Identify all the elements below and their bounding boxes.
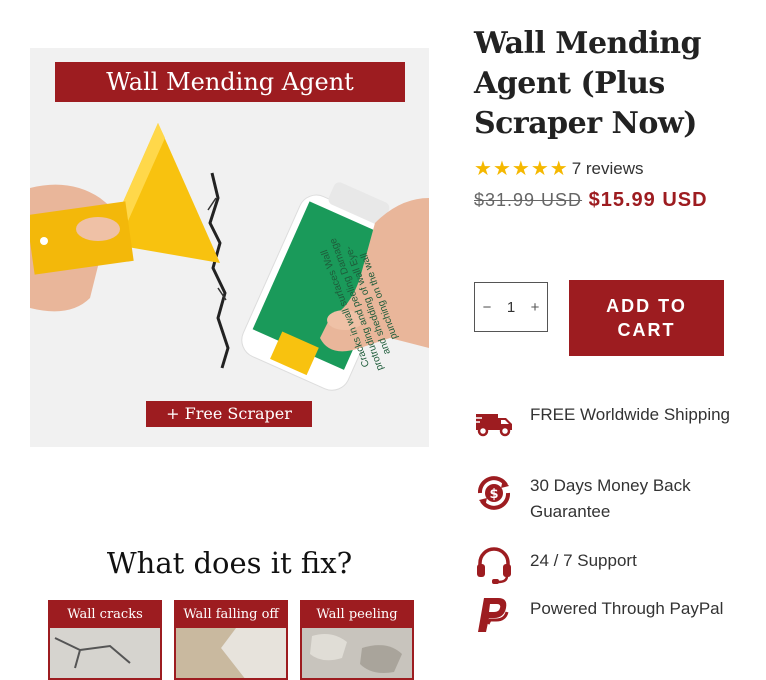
compare-at-price: $31.99 USD [474, 190, 583, 210]
fix-tile-wall-peeling: Wall peeling [300, 600, 414, 680]
svg-text:$: $ [489, 487, 498, 502]
fix-heading: What does it fix? [106, 546, 353, 580]
money-back-icon: $ [478, 476, 510, 510]
price-block: $31.99 USD $15.99 USD [474, 184, 734, 216]
rating-stars: ★ ★ ★ ★ ★ [474, 158, 568, 180]
star-icon: ★ [530, 158, 549, 180]
paypal-icon [478, 598, 509, 632]
fix-tile-wall-falling-off: Wall falling off [174, 600, 288, 680]
fix-tiles: Wall cracks Wall falling off Wall peelin… [48, 600, 414, 680]
delivery-truck-icon [474, 414, 512, 437]
feature-text: Powered Through PayPal [530, 599, 724, 618]
star-icon: ★ [492, 158, 511, 180]
feature-free-shipping: FREE Worldwide Shipping [474, 402, 734, 458]
product-photo [30, 123, 429, 391]
product-title: Wall Mending Agent (Plus Scraper Now) [474, 26, 702, 141]
quantity-increase-button[interactable]: + [523, 299, 547, 316]
star-icon: ★ [474, 158, 492, 180]
feature-paypal: Powered Through PayPal [474, 596, 734, 652]
star-icon: ★ [549, 158, 568, 180]
review-count-link[interactable]: 7 reviews [572, 159, 644, 179]
wall-cracks-photo [50, 628, 160, 678]
sale-price: $15.99 USD [588, 189, 708, 211]
quantity-decrease-button[interactable]: − [475, 299, 499, 316]
fix-tile-label: Wall cracks [50, 602, 160, 628]
product-rating[interactable]: ★ ★ ★ ★ ★ 7 reviews [474, 158, 644, 180]
feature-text: 24 / 7 Support [530, 551, 637, 570]
wall-falling-off-photo [176, 628, 286, 678]
product-image[interactable]: Cracks in wall surfaces Wall protruding … [30, 48, 429, 447]
fix-tile-wall-cracks: Wall cracks [48, 600, 162, 680]
image-title-banner: Wall Mending Agent [55, 62, 405, 102]
feature-support: 24 / 7 Support [474, 545, 734, 585]
star-icon: ★ [511, 158, 530, 180]
feature-text: FREE Worldwide Shipping [530, 405, 730, 424]
wall-peeling-photo [302, 628, 412, 678]
feature-money-back: $ 30 Days Money Back Guarantee [474, 473, 734, 529]
feature-text: 30 Days Money Back Guarantee [530, 476, 691, 521]
headset-icon [477, 547, 511, 584]
quantity-input[interactable] [499, 292, 523, 322]
image-footer-banner: + Free Scraper [146, 401, 312, 427]
quantity-stepper[interactable]: − + [474, 282, 548, 332]
fix-tile-label: Wall peeling [302, 602, 412, 628]
add-to-cart-button[interactable]: ADD TO CART [569, 280, 724, 356]
fix-tile-label: Wall falling off [176, 602, 286, 628]
